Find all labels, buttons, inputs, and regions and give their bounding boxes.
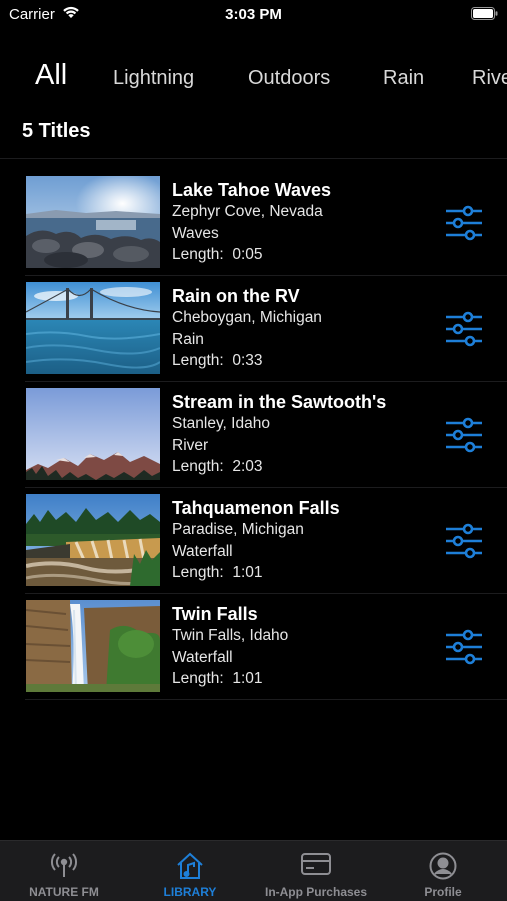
item-text: Twin Falls Twin Falls, Idaho Waterfall L… <box>172 603 288 690</box>
tab-profile[interactable]: Profile <box>380 841 506 901</box>
profile-icon <box>428 851 458 886</box>
length-value: 0:05 <box>232 246 263 263</box>
tab-rain[interactable]: Rain <box>383 67 424 90</box>
sliders-icon[interactable] <box>444 521 484 561</box>
length-label: Length: <box>172 246 224 263</box>
item-length: Length: 1:01 <box>172 668 288 690</box>
item-text: Rain on the RV Cheboygan, Michigan Rain … <box>172 285 322 372</box>
thumbnail-twin-falls <box>26 600 160 692</box>
list-item[interactable]: Tahquamenon Falls Paradise, Michigan Wat… <box>0 488 507 594</box>
sliders-icon[interactable] <box>444 627 484 667</box>
item-title: Rain on the RV <box>172 286 300 306</box>
tab-all[interactable]: All <box>35 59 67 92</box>
item-type: Waves <box>172 224 219 242</box>
tab-river[interactable]: Rive <box>472 67 507 90</box>
thumbnail-stream-in-the-sawtooths <box>26 388 160 480</box>
item-title: Twin Falls <box>172 604 258 624</box>
sliders-icon[interactable] <box>444 415 484 455</box>
thumbnail-tahquamenon-falls <box>26 494 160 586</box>
length-label: Length: <box>172 564 224 581</box>
title-list: Lake Tahoe Waves Zephyr Cove, Nevada Wav… <box>0 170 507 700</box>
item-text: Stream in the Sawtooth's Stanley, Idaho … <box>172 391 386 478</box>
item-location: Zephyr Cove, Nevada <box>172 203 323 220</box>
list-item[interactable]: Stream in the Sawtooth's Stanley, Idaho … <box>0 382 507 488</box>
length-value: 1:01 <box>232 670 263 687</box>
tab-label: LIBRARY <box>163 885 217 899</box>
divider <box>25 699 507 700</box>
item-location: Twin Falls, Idaho <box>172 627 289 644</box>
length-label: Length: <box>172 352 224 369</box>
tab-lightning[interactable]: Lightning <box>113 67 194 90</box>
item-type: Waterfall <box>172 542 233 560</box>
battery-icon <box>471 7 498 25</box>
category-tabs: All Lightning Outdoors Rain Rive <box>0 55 507 99</box>
item-title: Stream in the Sawtooth's <box>172 392 387 412</box>
item-length: Length: 1:01 <box>172 562 340 584</box>
item-length: Length: 2:03 <box>172 456 386 478</box>
tab-library[interactable]: LIBRARY <box>127 841 253 901</box>
item-type: Rain <box>172 330 204 348</box>
thumbnail-rain-on-the-rv <box>26 282 160 374</box>
list-item[interactable]: Lake Tahoe Waves Zephyr Cove, Nevada Wav… <box>0 170 507 276</box>
clock: 3:03 PM <box>225 6 282 23</box>
tab-label: In-App Purchases <box>264 885 368 899</box>
tab-bar: NATURE FM LIBRARY In-App Purchases Profi… <box>0 840 507 901</box>
sliders-icon[interactable] <box>444 203 484 243</box>
radio-tower-icon <box>49 851 79 884</box>
item-location: Cheboygan, Michigan <box>172 309 322 326</box>
item-type: River <box>172 436 209 454</box>
length-value: 0:33 <box>232 352 263 369</box>
tab-label: Profile <box>424 885 462 899</box>
tab-outdoors[interactable]: Outdoors <box>248 67 330 90</box>
item-text: Tahquamenon Falls Paradise, Michigan Wat… <box>172 497 340 584</box>
thumbnail-lake-tahoe <box>26 176 160 268</box>
list-item[interactable]: Rain on the RV Cheboygan, Michigan Rain … <box>0 276 507 382</box>
titles-count: 5 Titles <box>22 120 91 142</box>
tab-nature-fm[interactable]: NATURE FM <box>1 841 127 901</box>
home-music-icon <box>175 851 205 886</box>
tab-label: NATURE FM <box>29 885 99 899</box>
item-length: Length: 0:05 <box>172 244 331 266</box>
list-item[interactable]: Twin Falls Twin Falls, Idaho Waterfall L… <box>0 594 507 700</box>
item-title: Tahquamenon Falls <box>172 498 340 518</box>
item-location: Paradise, Michigan <box>172 521 304 538</box>
item-text: Lake Tahoe Waves Zephyr Cove, Nevada Wav… <box>172 179 331 266</box>
credit-card-icon <box>300 851 332 882</box>
length-label: Length: <box>172 458 224 475</box>
sliders-icon[interactable] <box>444 309 484 349</box>
item-title: Lake Tahoe Waves <box>172 180 332 200</box>
tab-in-app-purchases[interactable]: In-App Purchases <box>253 841 379 901</box>
length-value: 1:01 <box>232 564 263 581</box>
item-type: Waterfall <box>172 648 233 666</box>
length-label: Length: <box>172 670 224 687</box>
item-location: Stanley, Idaho <box>172 415 270 432</box>
divider <box>0 158 507 159</box>
status-bar: Carrier 3:03 PM <box>0 0 507 30</box>
length-value: 2:03 <box>232 458 263 475</box>
item-length: Length: 0:33 <box>172 350 322 372</box>
